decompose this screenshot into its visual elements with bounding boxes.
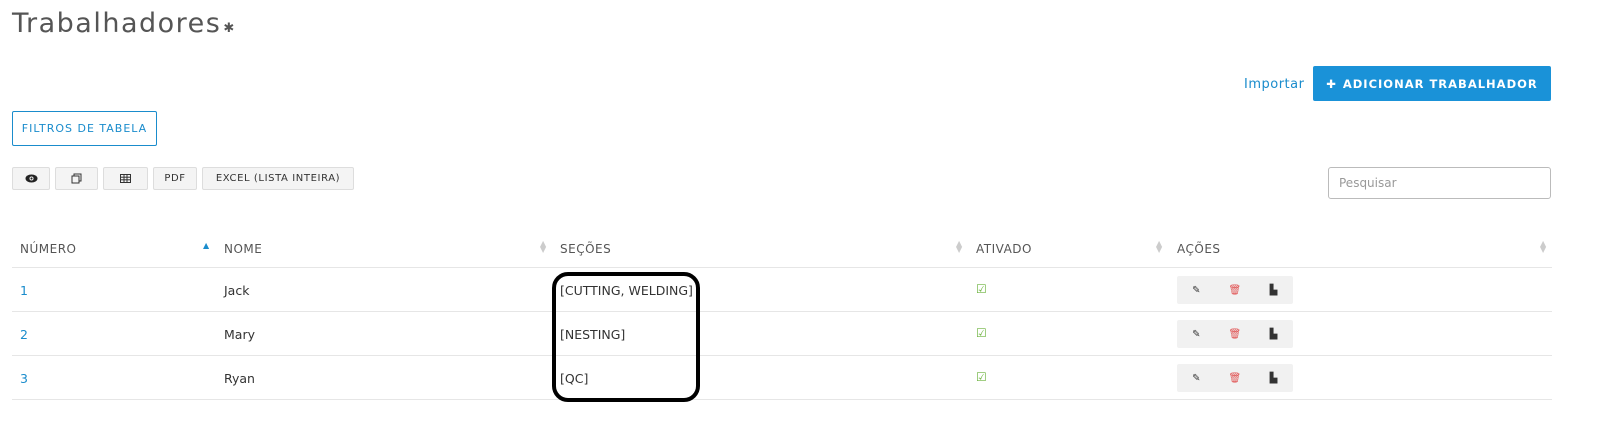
column-header-acoes: AÇÕES xyxy=(1177,242,1221,256)
row-number-link[interactable]: 2 xyxy=(20,327,28,342)
table-header: NÚMERO ▲ NOME ▲ ▼ SEÇÕES ▲ ▼ ATIVADO ▲ ▼ AÇ… xyxy=(12,229,1552,268)
row-name: Ryan xyxy=(224,371,255,386)
row-sections: [CUTTING, WELDING] xyxy=(560,283,693,298)
document-icon[interactable]: ▙ xyxy=(1254,329,1293,340)
table-row: 1 Jack [CUTTING, WELDING] ☑ ✎ 🗑 ▙ xyxy=(12,268,1552,312)
row-number-link[interactable]: 3 xyxy=(20,371,28,386)
document-icon[interactable]: ▙ xyxy=(1254,285,1293,296)
sort-asc-icon[interactable]: ▲ xyxy=(203,242,209,250)
column-header-ativado[interactable]: ATIVADO xyxy=(976,242,1032,256)
csv-button[interactable] xyxy=(103,167,148,190)
column-header-nome[interactable]: NOME xyxy=(224,242,262,256)
sort-icon[interactable]: ▲ ▼ xyxy=(540,240,546,254)
delete-icon[interactable]: 🗑 xyxy=(1216,373,1255,384)
delete-icon[interactable]: 🗑 xyxy=(1216,329,1255,340)
table-filters-button[interactable]: FILTROS DE TABELA xyxy=(12,111,157,146)
column-header-numero[interactable]: NÚMERO xyxy=(20,242,76,256)
row-sections: [QC] xyxy=(560,371,589,386)
edit-icon[interactable]: ✎ xyxy=(1177,329,1216,340)
active-check-icon: ☑ xyxy=(976,282,987,296)
copy-button[interactable] xyxy=(55,167,98,190)
add-worker-button[interactable]: ✚ ADICIONAR TRABALHADOR xyxy=(1313,66,1551,101)
gear-icon[interactable]: ✱ xyxy=(223,21,235,36)
sort-icon[interactable]: ▲ ▼ xyxy=(1540,240,1546,254)
row-number-link[interactable]: 1 xyxy=(20,283,28,298)
import-link[interactable]: Importar xyxy=(1244,77,1304,92)
plus-icon: ✚ xyxy=(1326,76,1337,91)
sort-icon[interactable]: ▲ ▼ xyxy=(956,240,962,254)
column-header-secoes[interactable]: SEÇÕES xyxy=(560,242,611,256)
row-name: Jack xyxy=(224,283,250,298)
row-actions: ✎ 🗑 ▙ xyxy=(1177,276,1293,304)
document-icon[interactable]: ▙ xyxy=(1254,373,1293,384)
row-name: Mary xyxy=(224,327,255,342)
workers-table: NÚMERO ▲ NOME ▲ ▼ SEÇÕES ▲ ▼ ATIVADO ▲ ▼ AÇ… xyxy=(12,229,1552,400)
search-input[interactable] xyxy=(1328,167,1551,199)
column-visibility-button[interactable] xyxy=(12,167,50,190)
row-sections: [NESTING] xyxy=(560,327,626,342)
active-check-icon: ☑ xyxy=(976,326,987,340)
eye-icon xyxy=(25,174,37,183)
table-row: 3 Ryan [QC] ☑ ✎ 🗑 ▙ xyxy=(12,356,1552,400)
delete-icon[interactable]: 🗑 xyxy=(1216,285,1255,296)
copy-icon xyxy=(71,173,82,184)
active-check-icon: ☑ xyxy=(976,370,987,384)
add-worker-label: ADICIONAR TRABALHADOR xyxy=(1342,76,1538,91)
page-title-text: Trabalhadores xyxy=(12,8,222,39)
sort-icon[interactable]: ▲ ▼ xyxy=(1156,240,1162,254)
edit-icon[interactable]: ✎ xyxy=(1177,373,1216,384)
pdf-button[interactable]: PDF xyxy=(153,167,197,190)
page-title: Trabalhadores ✱ xyxy=(12,8,236,39)
edit-icon[interactable]: ✎ xyxy=(1177,285,1216,296)
row-actions: ✎ 🗑 ▙ xyxy=(1177,320,1293,348)
row-actions: ✎ 🗑 ▙ xyxy=(1177,364,1293,392)
table-icon xyxy=(120,174,131,183)
table-row: 2 Mary [NESTING] ☑ ✎ 🗑 ▙ xyxy=(12,312,1552,356)
excel-button[interactable]: EXCEL (LISTA INTEIRA) xyxy=(202,167,354,190)
